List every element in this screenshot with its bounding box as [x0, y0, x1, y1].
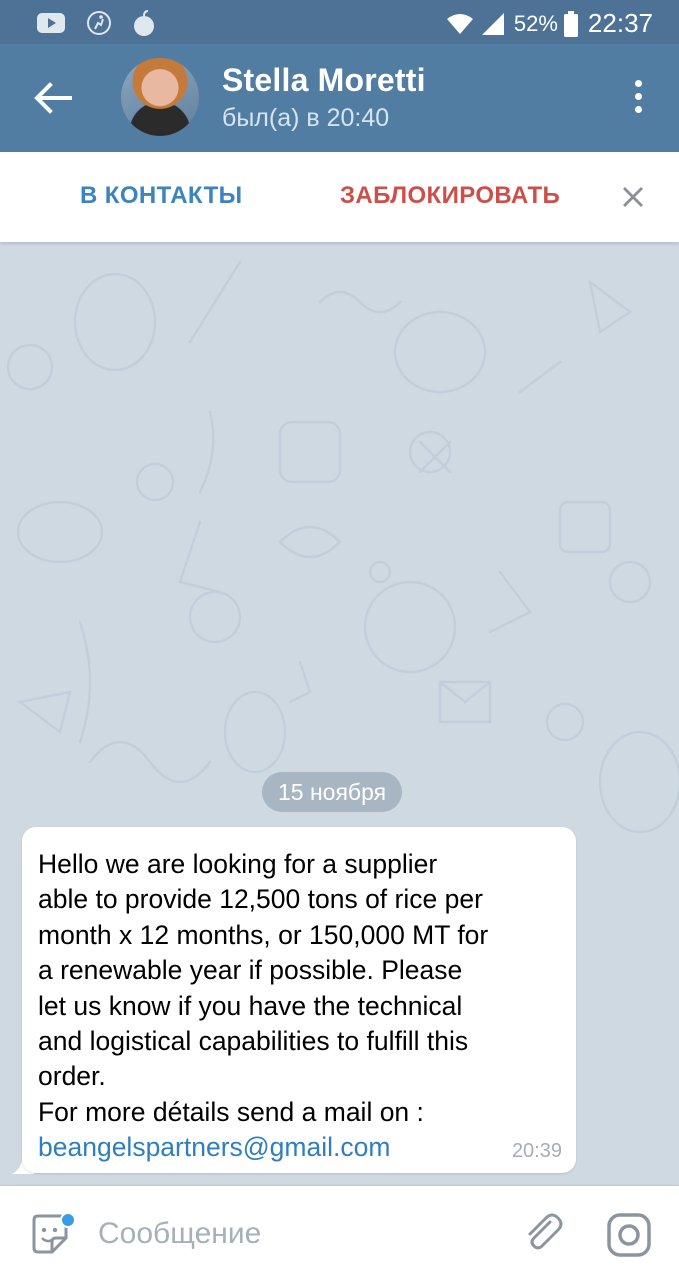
close-icon[interactable] — [621, 185, 645, 209]
block-user-button[interactable]: ЗАБЛОКИРОВАТЬ — [340, 182, 560, 210]
date-separator: 15 ноября — [262, 772, 403, 812]
status-bar: 52% 22:37 — [0, 0, 679, 44]
last-seen-status: был(а) в 20:40 — [222, 104, 390, 132]
add-to-contacts-button[interactable]: В КОНТАКТЫ — [80, 182, 243, 210]
sticker-emoji-icon[interactable] — [28, 1212, 74, 1258]
message-line: For more détails send a mail on : — [38, 1096, 424, 1127]
message-line: month x 12 months, or 150,000 MT for — [38, 919, 489, 950]
back-arrow-icon[interactable] — [30, 76, 74, 120]
battery-percent: 52% — [513, 10, 558, 36]
wifi-icon — [446, 13, 473, 34]
message-line: able to provide 12,500 tons of rice per — [38, 884, 483, 915]
camera-icon[interactable] — [606, 1212, 652, 1258]
signal-icon — [481, 12, 504, 35]
clock: 22:37 — [587, 8, 653, 38]
chat-header: Stella Moretti был(а) в 20:40 — [0, 44, 679, 152]
activity-icon — [87, 11, 111, 35]
message-line: a renewable year if possible. Please — [38, 955, 463, 986]
contact-name[interactable]: Stella Moretti — [222, 62, 426, 99]
avatar[interactable] — [121, 58, 199, 136]
paperclip-icon[interactable] — [520, 1210, 566, 1256]
message-text: Hello we are looking for a supplier able… — [38, 847, 568, 1166]
message-input-bar — [0, 1186, 679, 1280]
message-time: 20:39 — [511, 1140, 562, 1162]
email-link[interactable]: beangelspartners@gmail.com — [38, 1130, 568, 1165]
battery-icon — [563, 10, 578, 37]
message-line: Hello we are looking for a supplier — [38, 849, 438, 879]
more-options-icon[interactable] — [633, 80, 643, 120]
message-line: order. — [38, 1061, 106, 1092]
message-input[interactable] — [98, 1214, 478, 1254]
spam-action-bar: В КОНТАКТЫ ЗАБЛОКИРОВАТЬ — [0, 152, 679, 242]
youtube-icon — [37, 13, 65, 33]
chat-area[interactable]: 15 ноября Hello we are looking for a sup… — [0, 242, 679, 1186]
message-line: let us know if you have the technical — [38, 990, 463, 1021]
message-line: and logistical capabilities to fulfill t… — [38, 1026, 469, 1057]
bomb-icon — [134, 10, 154, 36]
message-bubble[interactable]: Hello we are looking for a supplier able… — [22, 827, 576, 1173]
